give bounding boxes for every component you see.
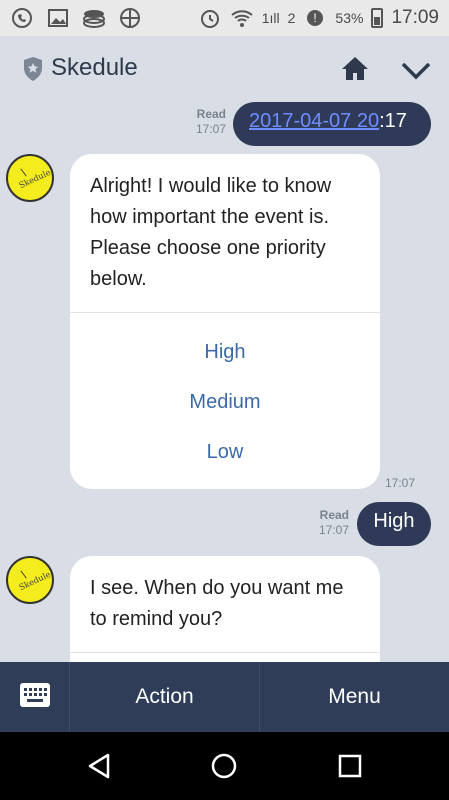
web-icon <box>118 6 142 30</box>
whatsapp-icon <box>10 6 34 30</box>
outgoing-message: High <box>357 502 431 546</box>
message-text: High <box>373 510 415 532</box>
chat-header: Skedule <box>0 36 449 102</box>
priority-options: High Medium Low <box>70 313 380 487</box>
reminder-card: I see. When do you want me to remind you… <box>70 556 380 662</box>
read-receipt: Read <box>196 107 226 121</box>
date-link[interactable]: 2017-04-07 20 <box>249 110 379 132</box>
signal-label: 1ıll <box>261 10 280 26</box>
card-message-text: I see. When do you want me to remind you… <box>90 577 344 630</box>
alarm-icon <box>198 6 222 30</box>
bot-avatar[interactable]: Skedule <box>6 556 54 604</box>
network-label: 2 <box>287 10 296 26</box>
card-divider <box>70 652 380 653</box>
priority-card: Alright! I would like to know how import… <box>70 154 380 489</box>
clock-time: 17:09 <box>391 7 439 28</box>
recent-apps-icon[interactable] <box>338 754 362 778</box>
chevron-down-icon[interactable] <box>400 58 432 82</box>
system-nav-bar <box>0 732 449 800</box>
option-medium[interactable]: Medium <box>70 377 380 427</box>
gallery-icon <box>46 6 70 30</box>
status-bar: 1ıll 2 ! 53% 17:09 <box>0 0 449 36</box>
message-meta: Read 17:07 <box>303 508 349 538</box>
back-icon[interactable] <box>86 752 114 780</box>
message-time: 17:07 <box>385 476 416 490</box>
message-meta: Read 17:07 <box>180 107 226 137</box>
keyboard-icon <box>19 682 51 713</box>
battery-percent: 53% <box>335 10 364 26</box>
keyboard-button[interactable] <box>0 662 70 732</box>
battery-icon <box>371 8 384 28</box>
wifi-icon <box>230 6 254 30</box>
outgoing-message: 2017-04-07 20:17 <box>233 102 431 146</box>
layers-icon <box>82 6 106 30</box>
bottom-action-bar: Action Menu <box>0 662 449 732</box>
option-high[interactable]: High <box>70 327 380 377</box>
read-receipt: Read <box>319 508 349 522</box>
shield-icon <box>22 56 44 82</box>
menu-button[interactable]: Menu <box>260 662 449 732</box>
sync-icon: ! <box>303 6 327 30</box>
card-message-text: Alright! I would like to know how import… <box>90 175 332 290</box>
home-nav-icon[interactable] <box>210 752 238 780</box>
message-time: 17:07 <box>195 122 226 136</box>
action-button[interactable]: Action <box>70 662 260 732</box>
svg-text:!: ! <box>314 11 317 25</box>
message-text-suffix: :17 <box>379 110 407 132</box>
bot-avatar[interactable]: Skedule <box>6 154 54 202</box>
message-time: 17:07 <box>318 523 349 537</box>
chat-title: Skedule <box>51 54 138 81</box>
chat-area[interactable]: Read 17:07 2017-04-07 20:17 Skedule Alri… <box>0 102 449 662</box>
option-low[interactable]: Low <box>70 427 380 477</box>
home-icon[interactable] <box>340 54 370 84</box>
